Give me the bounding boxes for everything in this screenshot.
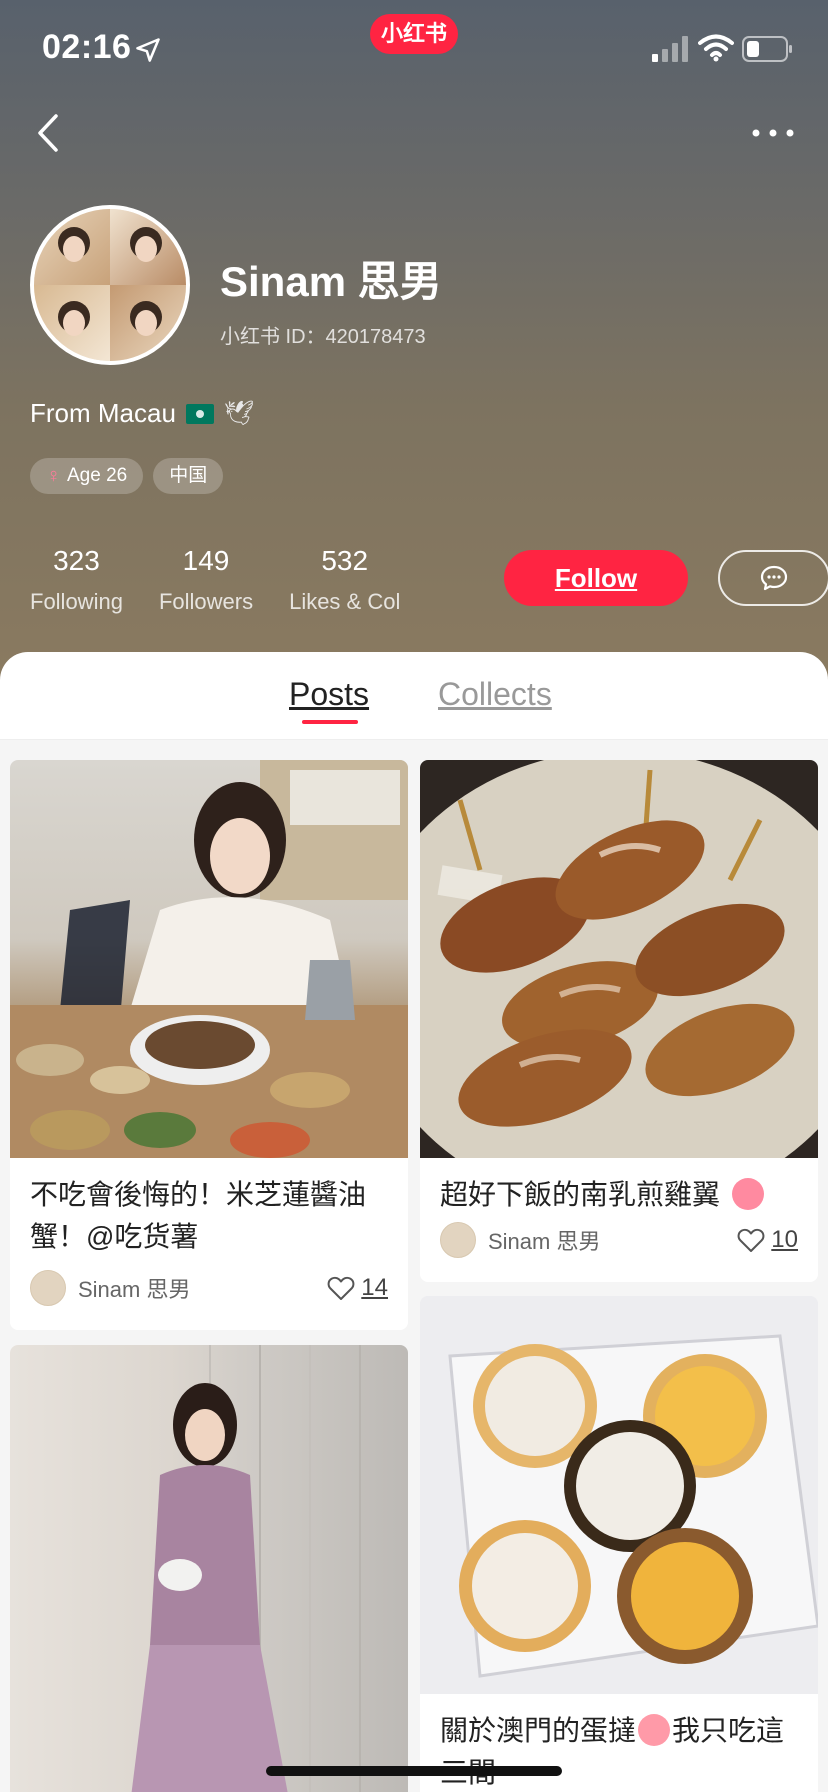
like-button[interactable]: 14 xyxy=(327,1274,388,1302)
post-card[interactable]: 關於澳門的蛋撻我只吃這三間 xyxy=(420,1296,818,1792)
post-title: 關於澳門的蛋撻我只吃這三間 xyxy=(440,1710,800,1792)
profile-bio: From Macau 🕊 xyxy=(30,398,254,429)
stat-label: Followers xyxy=(158,589,254,614)
like-count: 14 xyxy=(361,1274,388,1301)
profile-avatar[interactable] xyxy=(30,205,190,365)
posts-feed[interactable]: 不吃會後悔的！米芝蓮醬油蟹！@吃货薯 Sinam 思男 14 超好下飯的南乳煎雞… xyxy=(0,740,828,1792)
stat-value: 149 xyxy=(182,545,230,576)
profile-id[interactable]: 小红书 ID：420178473 xyxy=(220,320,426,349)
author-avatar xyxy=(440,1222,476,1258)
post-title-text: 超好下飯的南乳煎雞翼 xyxy=(440,1179,721,1210)
post-title-text: 關於澳門的蛋撻 xyxy=(440,1715,637,1746)
region-label: 中国 xyxy=(169,465,208,486)
heart-outline-icon xyxy=(737,1228,765,1252)
age-tag: ♀ Age 26 xyxy=(30,458,144,494)
status-time: 02:16 xyxy=(42,28,132,66)
bio-text: From Macau xyxy=(30,398,176,428)
emoji-face-icon xyxy=(731,1178,764,1210)
post-author: Sinam 思男 xyxy=(488,1229,601,1254)
profile-header: 02:16 小红书 Sinam 思男 小红书 ID：420178473 From… xyxy=(0,0,828,680)
post-title: 超好下飯的南乳煎雞翼 xyxy=(440,1174,800,1216)
stat-label: Likes & Col xyxy=(289,589,401,614)
post-meta: Sinam 思男 14 xyxy=(30,1270,388,1306)
dove-icon: 🕊 xyxy=(223,400,255,427)
app-logo: 小红书 xyxy=(370,14,458,54)
wifi-icon xyxy=(698,34,734,62)
profile-stats: 323 Following 149 Followers 532 Likes & … xyxy=(30,545,436,615)
stat-followers[interactable]: 149 Followers xyxy=(159,545,253,615)
stat-value: 532 xyxy=(321,545,369,576)
active-tab-indicator xyxy=(302,720,358,724)
emoji-face-icon xyxy=(638,1714,671,1746)
post-image xyxy=(10,1345,408,1792)
macau-flag-icon xyxy=(185,403,214,424)
message-button[interactable] xyxy=(718,550,828,606)
heart-outline-icon xyxy=(327,1276,355,1300)
post-card[interactable] xyxy=(10,1345,408,1792)
post-author: Sinam 思男 xyxy=(78,1277,191,1302)
stat-likes-collects[interactable]: 532 Likes & Col xyxy=(289,545,400,615)
post-meta: Sinam 思男 10 xyxy=(440,1222,798,1258)
location-arrow-icon xyxy=(136,38,160,62)
home-indicator[interactable] xyxy=(266,1766,562,1776)
follow-button[interactable]: Follow xyxy=(504,550,688,606)
profile-content: Posts Collects 不吃會後悔的！米芝蓮醬油蟹！@吃货薯 Sinam … xyxy=(0,652,828,1792)
stat-label: Following xyxy=(30,589,123,614)
age-label: Age 26 xyxy=(67,465,128,486)
profile-tabs: Posts Collects xyxy=(0,652,828,740)
stat-value: 323 xyxy=(53,545,100,576)
tab-posts[interactable]: Posts xyxy=(289,676,369,713)
more-options-button[interactable] xyxy=(748,118,798,148)
post-card[interactable]: 不吃會後悔的！米芝蓮醬油蟹！@吃货薯 Sinam 思男 14 xyxy=(10,760,408,1330)
battery-icon xyxy=(742,36,792,62)
post-image xyxy=(420,760,818,1158)
profile-name: Sinam 思男 xyxy=(220,258,442,305)
post-image xyxy=(10,760,408,1158)
like-count: 10 xyxy=(771,1226,798,1253)
region-tag: 中国 xyxy=(153,458,224,494)
post-image xyxy=(420,1296,818,1694)
chat-bubble-icon xyxy=(760,565,788,591)
status-bar: 02:16 小红书 xyxy=(0,0,828,100)
cellular-signal-icon xyxy=(652,36,688,62)
like-button[interactable]: 10 xyxy=(737,1226,798,1254)
tab-collects[interactable]: Collects xyxy=(438,676,552,713)
stat-following[interactable]: 323 Following xyxy=(30,545,123,615)
profile-tags: ♀ Age 26 中国 xyxy=(30,458,224,494)
back-button[interactable] xyxy=(28,108,68,158)
author-avatar xyxy=(30,1270,66,1306)
post-title: 不吃會後悔的！米芝蓮醬油蟹！@吃货薯 xyxy=(30,1179,367,1252)
female-icon: ♀ xyxy=(46,465,61,487)
post-card[interactable]: 超好下飯的南乳煎雞翼 Sinam 思男 10 xyxy=(420,760,818,1282)
